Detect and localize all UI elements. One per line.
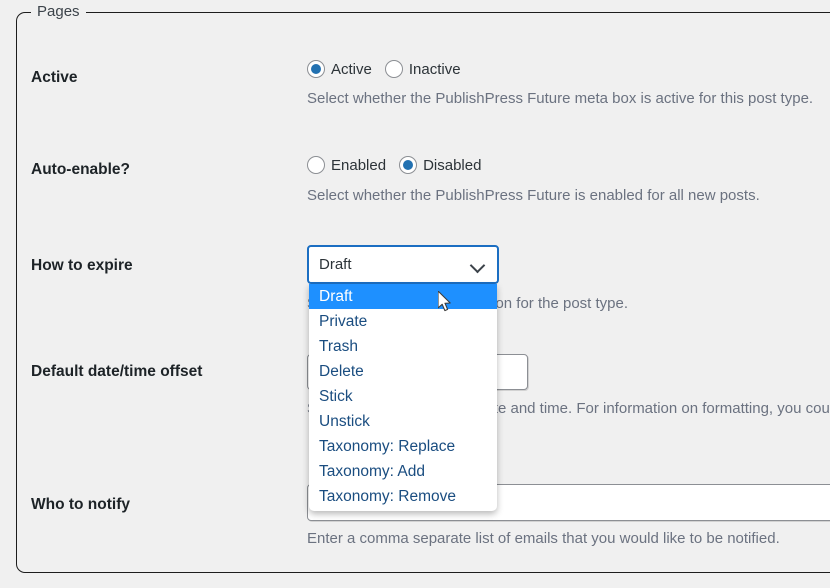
radio-option-inactive[interactable]: Inactive [385,60,461,78]
dropdown-option[interactable]: Unstick [309,409,497,434]
radio-active-label: Active [331,61,372,78]
radio-disabled-label: Disabled [423,157,481,174]
label-how-to-expire: How to expire [31,257,133,275]
label-who-to-notify: Who to notify [31,496,130,514]
radio-enabled-icon[interactable] [307,156,325,174]
radio-group-auto-enable[interactable]: Enabled Disabled [307,156,481,174]
how-to-expire-selected-value: Draft [319,256,471,273]
label-active: Active [31,69,78,87]
radio-inactive-icon[interactable] [385,60,403,78]
radio-enabled-label: Enabled [331,157,386,174]
radio-option-active[interactable]: Active [307,60,372,78]
how-to-expire-select[interactable]: Draft [307,245,499,284]
radio-option-disabled[interactable]: Disabled [399,156,481,174]
dropdown-option[interactable]: Taxonomy: Remove [309,484,497,509]
dropdown-option[interactable]: Draft [309,284,497,309]
how-to-expire-dropdown-list[interactable]: DraftPrivateTrashDeleteStickUnstickTaxon… [309,284,497,511]
radio-inactive-label: Inactive [409,61,461,78]
radio-disabled-icon[interactable] [399,156,417,174]
dropdown-option[interactable]: Taxonomy: Replace [309,434,497,459]
dropdown-option[interactable]: Taxonomy: Add [309,459,497,484]
description-auto-enable: Select whether the PublishPress Future i… [307,187,760,204]
description-active: Select whether the PublishPress Future m… [307,90,813,107]
label-default-offset: Default date/time offset [31,363,202,381]
label-auto-enable: Auto-enable? [31,161,130,179]
radio-active-icon[interactable] [307,60,325,78]
description-who-to-notify: Enter a comma separate list of emails th… [307,530,780,547]
radio-group-active[interactable]: Active Inactive [307,60,461,78]
dropdown-option[interactable]: Stick [309,384,497,409]
dropdown-option[interactable]: Delete [309,359,497,384]
dropdown-option[interactable]: Trash [309,334,497,359]
radio-option-enabled[interactable]: Enabled [307,156,386,174]
dropdown-option[interactable]: Private [309,309,497,334]
panel-legend: Pages [31,2,86,22]
chevron-down-icon [471,258,485,272]
